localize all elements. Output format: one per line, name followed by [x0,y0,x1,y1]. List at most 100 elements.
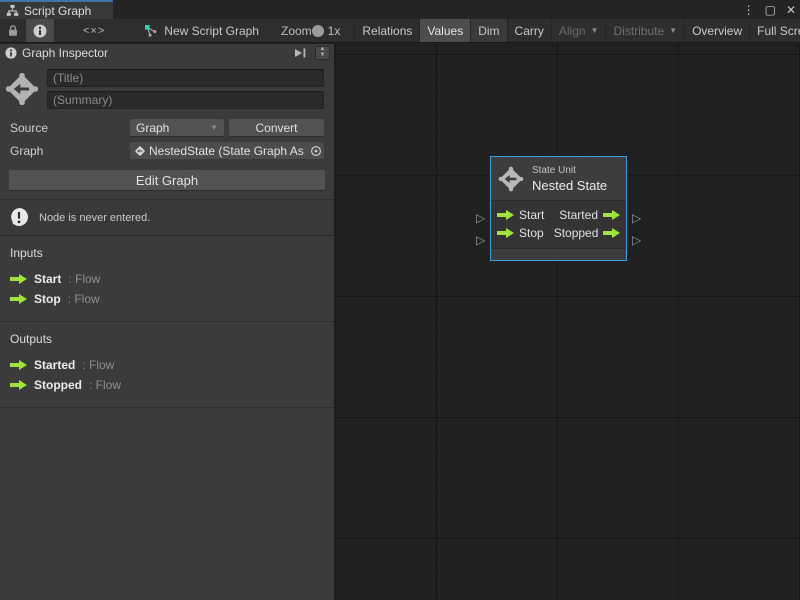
close-icon[interactable]: ✕ [786,3,796,17]
node-port-row: Start Started [491,206,626,224]
script-graph-window: Script Graph ⋮ ▢ ✕ [0,0,800,600]
graph-hierarchy-icon [6,4,19,17]
outputs-section: Outputs Started : Flow Stopped : Flow [0,322,334,408]
graph-title-input[interactable] [47,69,324,87]
convert-button[interactable]: Convert [229,119,324,136]
output-port-row: Started : Flow [0,355,334,375]
code-icon: <×> [83,25,105,37]
port-type: : Flow [82,358,114,372]
dim-toggle[interactable]: Dim [470,19,506,43]
graph-toolbar: <×> New Script Graph Zoom 1x Relations V… [0,19,800,43]
port-connector-triangle[interactable]: ▷ [632,234,641,246]
state-unit-icon [5,72,39,109]
inspector-header: Graph Inspector ▲ ▼ [0,44,334,60]
graph-inspector-panel: Graph Inspector ▲ ▼ [0,44,336,600]
tab-title: Script Graph [24,4,91,18]
output-port-label[interactable]: Started [559,208,598,222]
edit-graph-label: Edit Graph [136,173,198,188]
object-picker-icon[interactable] [310,145,322,157]
source-dropdown[interactable]: Graph ▼ [130,119,224,136]
warning-bubble-icon [8,207,30,229]
node-body: Start Started Stop Stopped [491,200,626,249]
new-script-graph-button[interactable]: New Script Graph [134,19,269,43]
state-graph-asset-icon [134,145,146,157]
source-row: Source Graph ▼ Convert [0,117,334,138]
graph-canvas[interactable]: State Unit Nested State Start Started [336,44,800,600]
flow-arrow-icon[interactable] [497,210,514,220]
flow-arrow-icon [10,294,27,304]
flow-arrow-icon[interactable] [603,228,620,238]
port-name: Stopped [34,378,82,392]
node-header[interactable]: State Unit Nested State [491,157,626,200]
node-footer [491,249,626,260]
distribute-dropdown[interactable]: Distribute ▼ [605,19,684,43]
info-icon [33,24,47,38]
zoom-slider-handle[interactable] [312,25,324,37]
node-title: Nested State [532,178,607,193]
window-content: Graph Inspector ▲ ▼ [0,44,800,600]
nested-state-node[interactable]: State Unit Nested State Start Started [490,156,627,261]
graph-summary-input[interactable] [47,91,324,109]
input-port-label[interactable]: Start [519,208,544,222]
port-name: Stop [34,292,61,306]
chevron-down-icon: ▼ [591,26,599,35]
input-port-label[interactable]: Stop [519,226,544,240]
graph-object-value: NestedState (State Graph As [149,144,307,158]
spinner-down-icon[interactable]: ▼ [320,53,326,59]
overview-label: Overview [692,24,742,38]
info-icon [5,47,17,59]
graph-field-label: Graph [10,144,130,158]
port-connector-triangle[interactable]: ▷ [476,234,485,246]
lock-button[interactable] [0,19,26,43]
graph-row: Graph NestedState (State Graph As [0,140,334,161]
align-dropdown[interactable]: Align ▼ [551,19,606,43]
new-script-graph-label: New Script Graph [164,24,259,38]
inputs-title: Inputs [0,244,334,269]
port-connector-triangle[interactable]: ▷ [632,212,641,224]
toolbar-toggle-group: Relations Values Dim Carry Align ▼ Distr… [354,19,800,43]
flow-arrow-icon[interactable] [497,228,514,238]
flow-arrow-icon[interactable] [603,210,620,220]
inspector-empty-area [0,408,334,600]
input-port-row: Stop : Flow [0,289,334,309]
outputs-title: Outputs [0,330,334,355]
output-port-row: Stopped : Flow [0,375,334,395]
graph-object-field[interactable]: NestedState (State Graph As [130,142,324,159]
dim-label: Dim [478,24,499,38]
node-kind: State Unit [532,165,607,176]
input-port-row: Start : Flow [0,269,334,289]
relations-toggle[interactable]: Relations [354,19,419,43]
inspector-toggle-button[interactable] [26,19,54,43]
fullscreen-button[interactable]: Full Screen [749,19,800,43]
edit-graph-button[interactable]: Edit Graph [9,170,325,190]
code-view-button[interactable]: <×> [54,19,134,43]
dock-panel-icon[interactable] [291,46,310,60]
flow-arrow-icon [10,360,27,370]
flow-arrow-icon [10,380,27,390]
warning-text: Node is never entered. [39,212,150,224]
fullscreen-label: Full Screen [757,24,800,38]
port-type: : Flow [89,378,121,392]
values-toggle[interactable]: Values [419,19,470,43]
port-connector-triangle[interactable]: ▷ [476,212,485,224]
source-label: Source [10,121,130,135]
menu-icon[interactable]: ⋮ [743,3,755,17]
distribute-label: Distribute [613,24,664,38]
carry-toggle[interactable]: Carry [507,19,551,43]
lock-icon [7,24,19,37]
maximize-icon[interactable]: ▢ [765,3,776,17]
output-port-label[interactable]: Stopped [554,226,599,240]
port-name: Start [34,272,61,286]
source-value: Graph [136,121,205,135]
graph-meta-fields [0,60,334,115]
panel-scroll-spinner[interactable]: ▲ ▼ [315,46,330,60]
zoom-label: Zoom [281,24,312,38]
port-type: : Flow [68,272,100,286]
titlebar: Script Graph ⋮ ▢ ✕ [0,0,800,19]
script-graph-icon [144,24,158,38]
carry-label: Carry [515,24,544,38]
overview-button[interactable]: Overview [684,19,749,43]
zoom-value: 1x [328,24,341,38]
align-label: Align [559,24,586,38]
tab-script-graph[interactable]: Script Graph [0,0,113,19]
